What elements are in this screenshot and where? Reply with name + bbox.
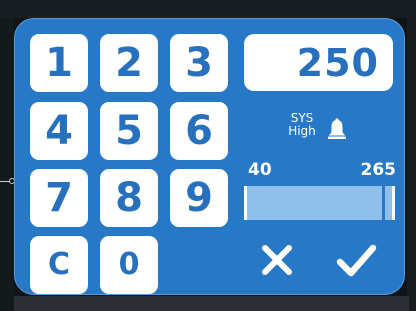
cancel-button[interactable] — [255, 238, 299, 282]
range-bar-right-edge — [392, 186, 395, 220]
key-2[interactable]: 2 — [100, 34, 158, 92]
clear-key[interactable]: C — [30, 236, 88, 294]
background-left-edge — [0, 18, 14, 311]
key-6[interactable]: 6 — [170, 102, 228, 160]
check-icon — [336, 244, 377, 277]
key-4[interactable]: 4 — [30, 102, 88, 160]
range-value-marker — [382, 186, 385, 220]
close-icon — [262, 245, 292, 275]
key-7[interactable]: 7 — [30, 169, 88, 227]
alarm-label-line-2: High — [288, 124, 316, 138]
alarm-label: SYS High — [282, 112, 322, 138]
background-bottom-bar — [14, 296, 409, 311]
background-top-bar — [0, 0, 416, 18]
screen: 1 2 3 4 5 6 7 8 9 C 0 250 SYS High 40 26… — [0, 0, 416, 311]
key-9[interactable]: 9 — [170, 169, 228, 227]
confirm-button[interactable] — [334, 238, 378, 282]
range-bar-left-edge — [244, 186, 247, 220]
value-text: 250 — [296, 40, 379, 85]
key-5[interactable]: 5 — [100, 102, 158, 160]
key-0[interactable]: 0 — [100, 236, 158, 294]
range-bar-fill — [247, 186, 392, 220]
bell-icon — [328, 118, 346, 139]
value-display: 250 — [244, 34, 393, 91]
background-right-edge — [407, 18, 416, 311]
range-min-label: 40 — [248, 160, 272, 180]
key-3[interactable]: 3 — [170, 34, 228, 92]
key-8[interactable]: 8 — [100, 169, 158, 227]
range-max-label: 265 — [360, 160, 397, 180]
key-1[interactable]: 1 — [30, 34, 88, 92]
